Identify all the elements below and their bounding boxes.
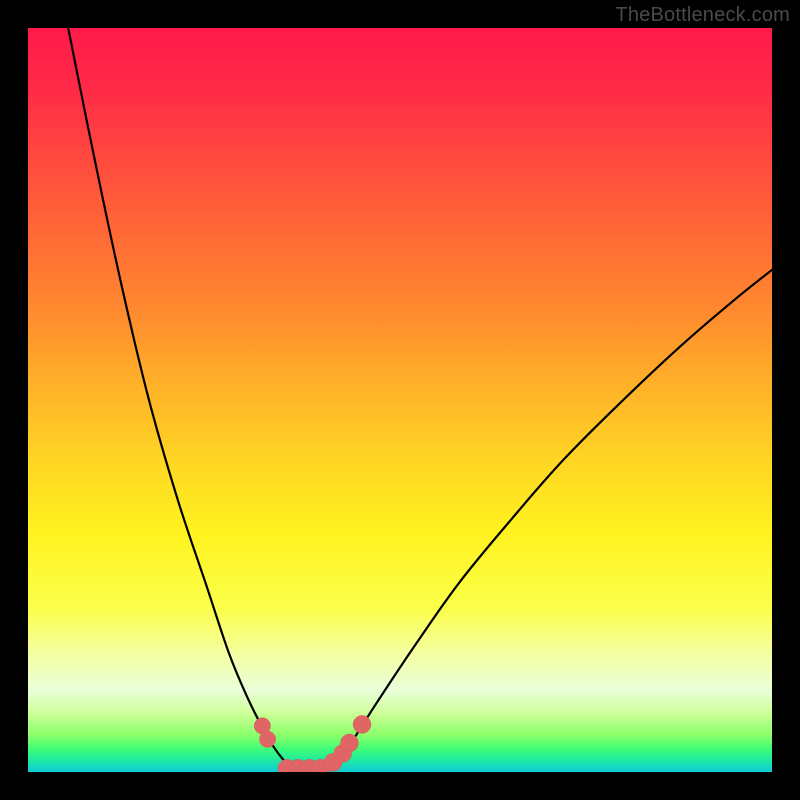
data-marker <box>340 734 358 752</box>
plot-area <box>28 28 772 772</box>
attribution-text: TheBottleneck.com <box>615 4 790 27</box>
bottleneck-curve <box>28 28 772 772</box>
curve-left-branch <box>68 28 293 769</box>
data-marker <box>353 715 371 733</box>
data-marker <box>259 731 275 747</box>
curve-right-branch <box>330 270 772 769</box>
